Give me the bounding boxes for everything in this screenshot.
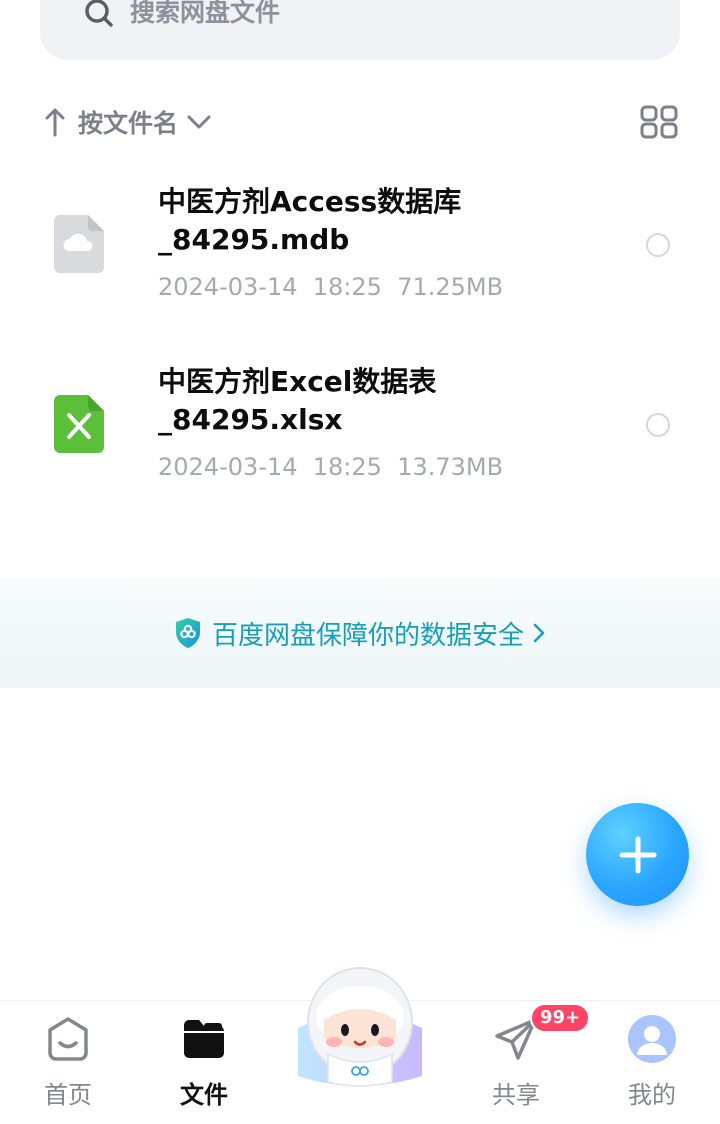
- file-date: 2024-03-14: [158, 453, 298, 481]
- excel-icon: [54, 395, 104, 453]
- home-icon: [48, 1017, 88, 1061]
- file-date: 2024-03-14: [158, 273, 298, 301]
- nav-label-mine: 我的: [628, 1081, 676, 1109]
- nav-label-files: 文件: [180, 1081, 228, 1109]
- nav-item-home[interactable]: 首页: [4, 1001, 124, 1124]
- search-placeholder: 搜索网盘文件: [130, 0, 281, 27]
- nav-label-share: 共享: [492, 1081, 540, 1109]
- nav-label-home: 首页: [44, 1081, 92, 1109]
- chevron-right-icon: [533, 623, 545, 643]
- file-size: 13.73MB: [397, 453, 504, 481]
- plus-icon: [619, 836, 656, 873]
- cloud-file-icon: [54, 215, 104, 273]
- add-button[interactable]: [586, 803, 689, 906]
- file-time: 18:25: [312, 453, 382, 481]
- mascot-icon[interactable]: [278, 958, 442, 1094]
- file-time: 18:25: [312, 273, 382, 301]
- search-icon: [85, 0, 113, 27]
- search-bar[interactable]: 搜索网盘文件: [40, 0, 680, 60]
- file-size: 71.25MB: [397, 273, 504, 301]
- security-banner[interactable]: 百度网盘保障你的数据安全: [0, 578, 720, 688]
- select-checkbox[interactable]: [646, 413, 670, 437]
- file-name: 中医方剂Access数据库_84295.mdb: [158, 185, 462, 256]
- file-name: 中医方剂Excel数据表_84295.xlsx: [158, 365, 437, 436]
- sort-label: 按文件名: [78, 109, 179, 138]
- nav-item-files[interactable]: 文件: [140, 1001, 260, 1124]
- select-checkbox[interactable]: [646, 233, 670, 257]
- sort-button[interactable]: 按文件名: [44, 100, 212, 144]
- folder-icon: [184, 1020, 224, 1058]
- grid-view-icon[interactable]: [640, 105, 678, 139]
- list-item[interactable]: 中医方剂Access数据库_84295.mdb 2024-03-14 18:25…: [0, 175, 720, 325]
- arrow-up-icon: [45, 108, 65, 137]
- list-item[interactable]: 中医方剂Excel数据表_84295.xlsx 2024-03-14 18:25…: [0, 355, 720, 505]
- file-meta: 2024-03-14 18:25 13.73MB: [158, 453, 503, 481]
- chevron-down-icon: [187, 115, 211, 129]
- file-meta: 2024-03-14 18:25 71.25MB: [158, 273, 503, 301]
- share-badge: 99+: [530, 1003, 591, 1033]
- shield-icon: [175, 618, 200, 648]
- avatar-icon: [628, 1015, 676, 1063]
- security-text: 百度网盘保障你的数据安全: [211, 620, 524, 651]
- nav-item-mine[interactable]: 我的: [588, 1001, 708, 1124]
